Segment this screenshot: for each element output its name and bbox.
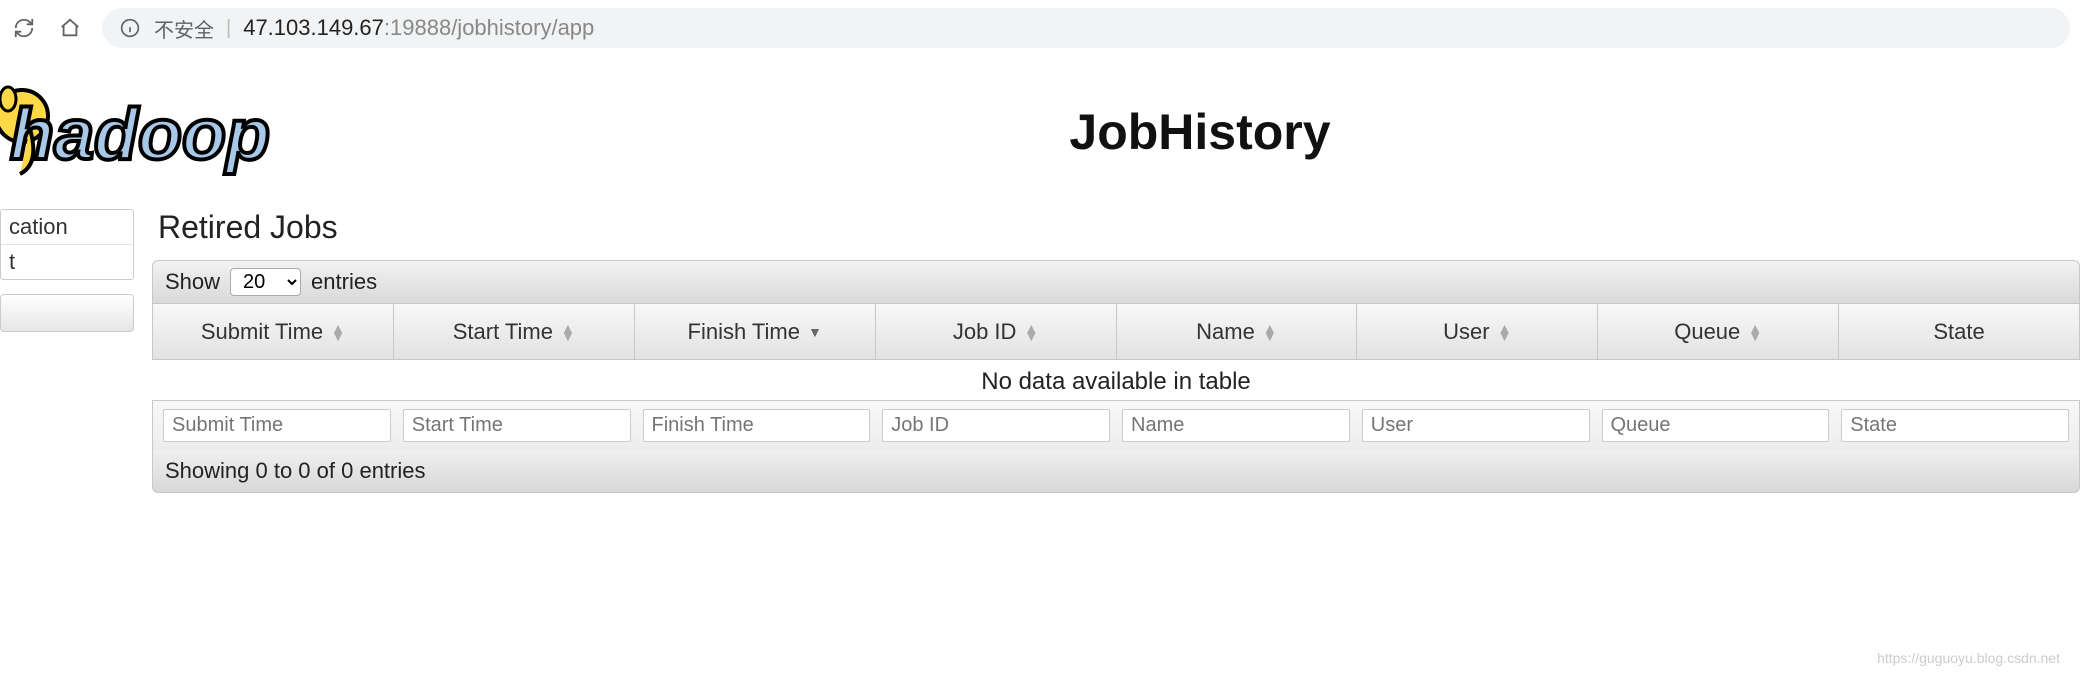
filter-finish-time[interactable] [643,409,871,442]
show-label: Show [165,269,220,295]
col-job-id[interactable]: Job ID▲▼ [876,304,1117,359]
section-title: Retired Jobs [158,209,2080,246]
filter-job-id[interactable] [882,409,1110,442]
sort-icon: ▲▼ [1498,324,1512,340]
filter-name[interactable] [1122,409,1350,442]
col-submit-time[interactable]: Submit Time▲▼ [153,304,394,359]
sort-desc-icon: ▼ [808,324,822,340]
watermark: https://guguoyu.blog.csdn.net [1877,650,2060,666]
sidebar: cation t [0,209,152,493]
page-title: JobHistory [400,103,2080,161]
sort-icon: ▲▼ [331,324,345,340]
address-host: 47.103.149.67 [243,15,384,40]
col-finish-time[interactable]: Finish Time▼ [635,304,876,359]
col-start-time[interactable]: Start Time▲▼ [394,304,635,359]
svg-text:hadoop: hadoop [10,95,270,175]
table-empty-message: No data available in table [152,360,2080,400]
entries-select[interactable]: 20 [230,268,301,296]
reload-icon[interactable] [10,17,38,39]
table-length-bar: Show 20 entries [152,260,2080,304]
home-icon[interactable] [56,17,84,39]
filter-state[interactable] [1841,409,2069,442]
sidebar-nav-box: cation t [0,209,134,280]
page-body: cation t Retired Jobs Show 20 entries Su… [0,209,2080,493]
address-url: 47.103.149.67:19888/jobhistory/app [243,15,594,41]
app-header: hadoop JobHistory [0,56,2080,189]
table-info-bar: Showing 0 to 0 of 0 entries [152,450,2080,493]
sort-icon: ▲▼ [1263,324,1277,340]
table-filter-row [152,400,2080,450]
address-port-path: :19888/jobhistory/app [384,15,594,40]
sort-icon: ▲▼ [561,324,575,340]
filter-submit-time[interactable] [163,409,391,442]
address-bar[interactable]: 不安全 | 47.103.149.67:19888/jobhistory/app [102,8,2070,48]
browser-toolbar: 不安全 | 47.103.149.67:19888/jobhistory/app [0,0,2080,56]
entries-label: entries [311,269,377,295]
filter-user[interactable] [1362,409,1590,442]
col-user[interactable]: User▲▼ [1357,304,1598,359]
security-info-icon[interactable] [120,18,142,38]
hadoop-logo[interactable]: hadoop [0,74,400,189]
sidebar-item-about[interactable]: t [1,245,133,279]
security-label: 不安全 [154,14,214,43]
col-name[interactable]: Name▲▼ [1117,304,1358,359]
sort-icon: ▲▼ [1748,324,1762,340]
filter-start-time[interactable] [403,409,631,442]
main-content: Retired Jobs Show 20 entries Submit Time… [152,209,2080,493]
col-state[interactable]: State [1839,304,2079,359]
address-separator: | [226,17,231,40]
sort-icon: ▲▼ [1024,324,1038,340]
sidebar-item-application[interactable]: cation [1,210,133,245]
col-queue[interactable]: Queue▲▼ [1598,304,1839,359]
filter-queue[interactable] [1602,409,1830,442]
sidebar-tools-pill[interactable] [0,294,134,332]
table-header-row: Submit Time▲▼ Start Time▲▼ Finish Time▼ … [152,304,2080,360]
